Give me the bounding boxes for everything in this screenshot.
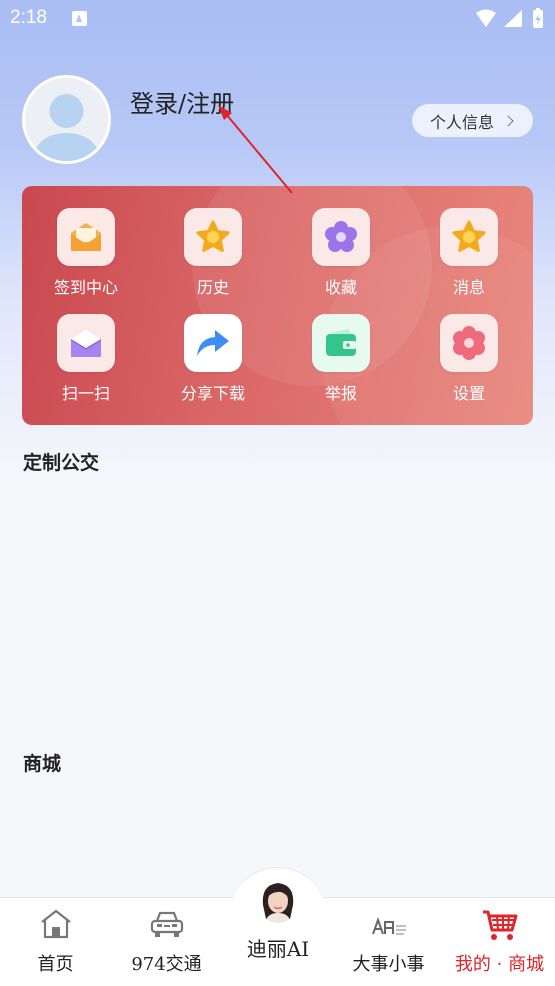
- grid-item-settings[interactable]: 设置: [414, 314, 524, 414]
- envelope-open-icon: [57, 314, 115, 372]
- personal-info-label: 个人信息: [430, 112, 495, 132]
- wallet-icon: [312, 314, 370, 372]
- personal-info-button[interactable]: 个人信息: [412, 104, 533, 137]
- default-avatar-icon: [25, 78, 108, 161]
- status-bar: 2:18: [0, 0, 555, 40]
- grid-item-checkin[interactable]: 签到中心: [31, 208, 141, 308]
- system-status-icons: [476, 8, 543, 28]
- grid-item-favorites[interactable]: 收藏: [286, 208, 396, 308]
- envelope-icon: [57, 208, 115, 266]
- cart-icon: [482, 910, 517, 940]
- nav-news[interactable]: 大事小事: [333, 898, 444, 986]
- grid-label: 扫一扫: [61, 384, 110, 403]
- grid-item-share-download[interactable]: 分享下载: [158, 314, 268, 414]
- grid-label: 分享下载: [180, 384, 245, 403]
- nav-ai-label[interactable]: 迪丽AI: [229, 933, 327, 962]
- grid-item-history[interactable]: 历史: [158, 208, 268, 308]
- car-icon: [150, 911, 183, 937]
- section-title-custom-bus: 定制公交: [23, 452, 100, 474]
- share-arrow-icon: [184, 314, 242, 372]
- avatar[interactable]: [22, 75, 111, 164]
- nav-transport[interactable]: 974交通: [111, 898, 222, 986]
- flower-icon: [312, 208, 370, 266]
- grid-item-scan[interactable]: 扫一扫: [31, 314, 141, 414]
- news-icon: [371, 917, 406, 935]
- notification-icon: [72, 11, 87, 26]
- nav-label: 974交通: [131, 954, 202, 975]
- nav-label: 我的 · 商城: [454, 954, 545, 975]
- grid-item-messages[interactable]: 消息: [414, 208, 524, 308]
- home-icon: [40, 909, 71, 939]
- nav-mine-mall[interactable]: 我的 · 商城: [444, 898, 555, 986]
- nav-label: 大事小事: [352, 954, 425, 975]
- chevron-right-icon: [502, 114, 514, 127]
- grid-label: 消息: [452, 278, 485, 297]
- grid-label: 历史: [196, 278, 229, 297]
- grid-label: 收藏: [324, 278, 357, 297]
- section-title-mall: 商城: [23, 753, 62, 775]
- star-icon: [440, 208, 498, 266]
- nav-label: 首页: [37, 954, 74, 975]
- star-icon: [184, 208, 242, 266]
- grid-label: 签到中心: [53, 278, 118, 297]
- ai-avatar-icon[interactable]: [257, 879, 299, 923]
- function-grid-card: 签到中心 历史 收藏 消息 扫一扫 分享下载 举报 设置: [22, 186, 533, 425]
- grid-item-report[interactable]: 举报: [286, 314, 396, 414]
- gear-flower-icon: [440, 314, 498, 372]
- status-time: 2:18: [10, 7, 47, 28]
- grid-label: 设置: [452, 384, 485, 403]
- grid-label: 举报: [324, 384, 357, 403]
- nav-home[interactable]: 首页: [0, 898, 111, 986]
- login-register-link[interactable]: 登录/注册: [130, 84, 234, 119]
